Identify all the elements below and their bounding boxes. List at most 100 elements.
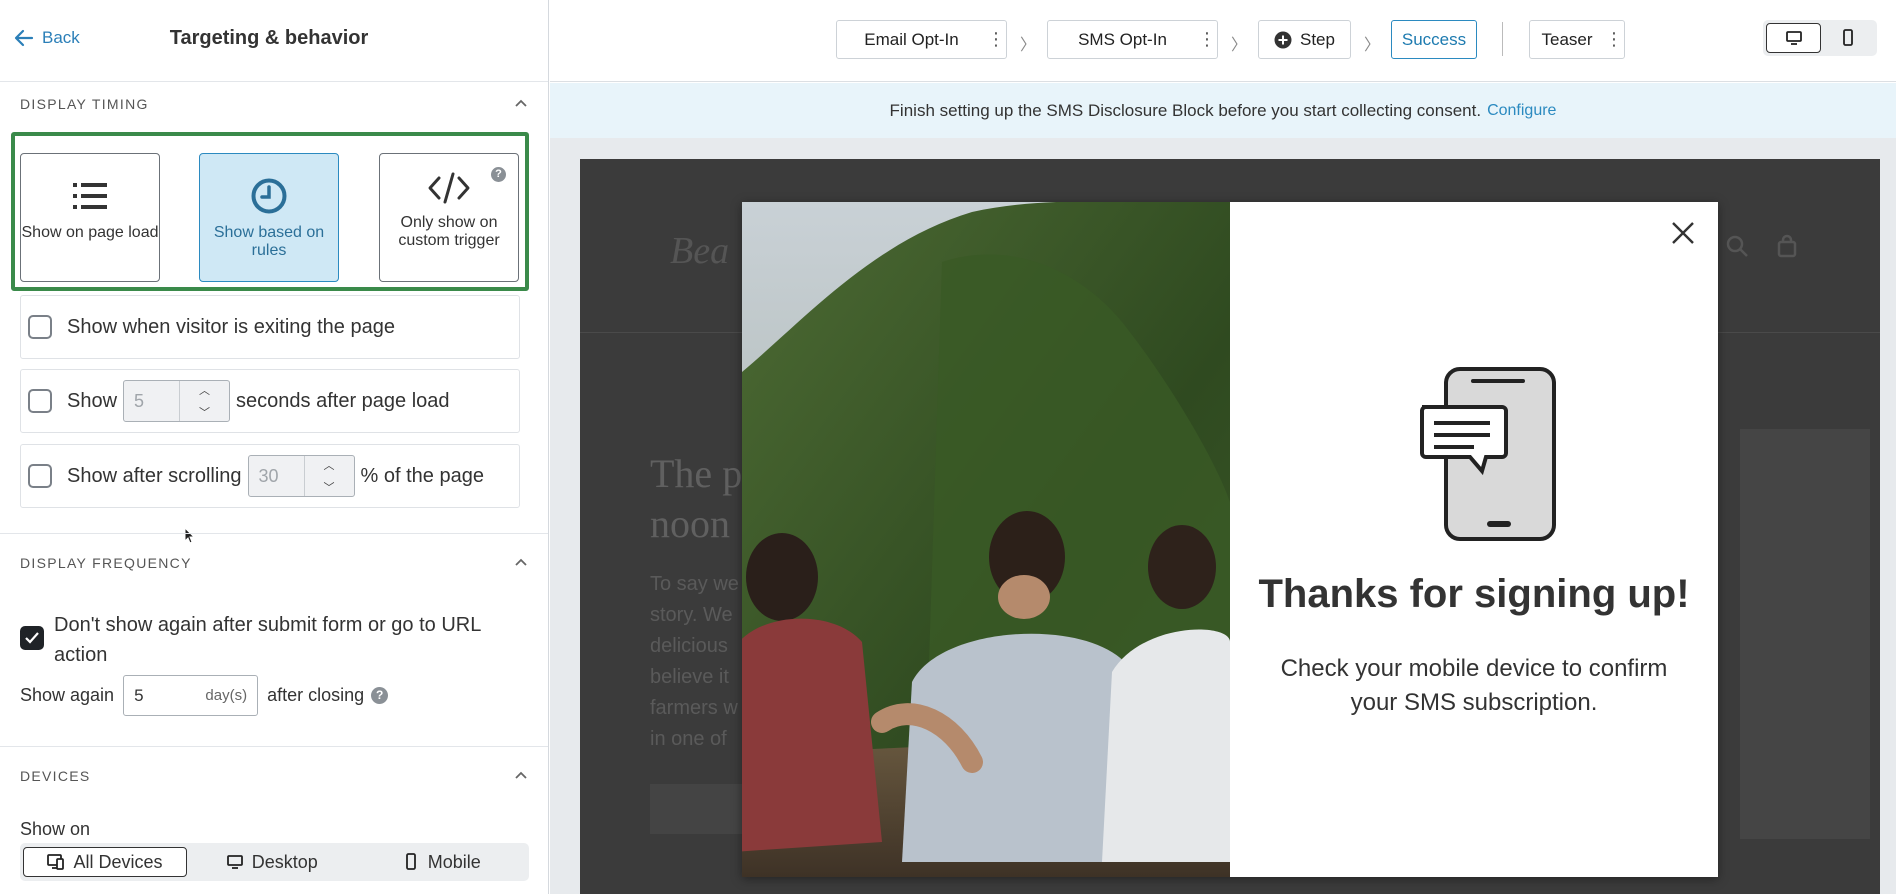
more-options-icon[interactable]: ⋮ (1197, 29, 1217, 50)
step-tab-success[interactable]: Success (1391, 20, 1477, 59)
add-step-button[interactable]: Step (1258, 20, 1351, 59)
days-unit: day(s) (205, 687, 248, 704)
dont-show-again-checkbox[interactable] (20, 626, 44, 650)
device-option-desktop[interactable]: Desktop (187, 847, 357, 877)
site-text-line: To say we (650, 573, 739, 595)
scroll-depth-suffix: % of the page (360, 464, 484, 487)
mobile-icon (1842, 29, 1853, 46)
device-selector: All Devices Desktop Mobile (20, 843, 529, 881)
help-icon[interactable]: ? (491, 167, 506, 182)
site-logo: Bea (670, 230, 730, 272)
mobile-icon (405, 853, 416, 870)
site-hero-title-line: noon (650, 501, 730, 546)
show-again-suffix: after closing (267, 685, 365, 705)
friends-on-hillside-photo (742, 202, 1230, 877)
seconds-stepper: ︿ ﹀ (123, 380, 231, 422)
success-heading: Thanks for signing up! (1258, 572, 1690, 616)
show-again-row: Show again 5 day(s) after closing ? (20, 675, 389, 716)
device-option-label: All Devices (73, 851, 163, 872)
option-label: Show on page load (21, 224, 159, 241)
device-option-label: Desktop (251, 851, 318, 872)
option-custom-trigger[interactable]: ? Only show on custom trigger (379, 153, 519, 282)
step-tab-teaser[interactable]: Teaser ⋮ (1529, 20, 1625, 59)
step-name: Step (1300, 29, 1335, 49)
more-options-icon[interactable]: ⋮ (1604, 29, 1624, 50)
chevron-down-icon[interactable]: ﹀ (324, 479, 335, 495)
divider (0, 746, 548, 747)
display-frequency-header[interactable]: DISPLAY FREQUENCY (20, 555, 528, 571)
step-name: Teaser (1541, 29, 1593, 49)
time-delay-checkbox[interactable] (28, 389, 52, 413)
scroll-depth-prefix: Show after scrolling (67, 464, 242, 487)
exit-intent-checkbox[interactable] (28, 315, 52, 339)
success-popup: Thanks for signing up! Check your mobile… (742, 202, 1718, 877)
divider (1502, 22, 1503, 56)
banner-text: Finish setting up the SMS Disclosure Blo… (889, 100, 1482, 120)
site-text-line: farmers w (650, 697, 738, 719)
list-icon (73, 183, 107, 209)
desktop-icon (1785, 31, 1802, 45)
step-name: SMS Opt-In (1078, 29, 1167, 49)
option-show-based-on-rules[interactable]: Show based on rules (199, 153, 339, 282)
scroll-percent-input[interactable] (248, 456, 304, 496)
preview-device-toggle (1763, 20, 1877, 56)
panel-header: Back Targeting & behavior (0, 0, 548, 82)
chevron-right-icon: 〉 (1020, 37, 1037, 54)
plus-circle-icon (1274, 31, 1292, 48)
clock-icon (251, 178, 287, 214)
device-option-all[interactable]: All Devices (23, 847, 187, 877)
step-toolbar: Email Opt-In ⋮ 〉 SMS Opt-In ⋮ 〉 Step 〉 S… (550, 0, 1896, 82)
shopping-bag-icon (1777, 234, 1797, 258)
dont-show-again-label: Don't show again after submit form or go… (54, 614, 481, 666)
option-show-on-page-load[interactable]: Show on page load (20, 153, 160, 282)
days-value: 5 (134, 685, 144, 705)
seconds-stepper-arrows[interactable]: ︿ ﹀ (179, 381, 229, 421)
show-again-prefix: Show again (20, 685, 115, 705)
devices-heading: DEVICES (20, 768, 91, 784)
time-delay-prefix: Show (67, 389, 118, 412)
more-options-icon[interactable]: ⋮ (986, 29, 1006, 50)
site-text-line: in one of (650, 728, 727, 750)
all-devices-icon (47, 854, 65, 870)
display-timing-options: Show on page load Show based on rules ? … (11, 132, 529, 291)
configure-link[interactable]: Configure (1487, 102, 1556, 120)
display-frequency-heading: DISPLAY FREQUENCY (20, 555, 192, 571)
success-message: Check your mobile device to confirm your… (1280, 655, 1668, 716)
scroll-stepper-arrows[interactable]: ︿ ﹀ (303, 456, 354, 496)
time-delay-suffix: seconds after page load (236, 389, 450, 412)
option-label: Show based on rules (213, 224, 325, 259)
display-timing-header[interactable]: DISPLAY TIMING (20, 96, 528, 112)
mouse-cursor-icon (184, 527, 196, 544)
site-hero-title: The p noon (650, 449, 742, 549)
site-side-image (1740, 429, 1870, 839)
panel-title: Targeting & behavior (169, 27, 369, 49)
device-option-label: Mobile (427, 851, 481, 872)
sms-disclosure-banner: Finish setting up the SMS Disclosure Blo… (550, 83, 1896, 138)
mobile-view-button[interactable] (1821, 23, 1874, 53)
exit-intent-label: Show when visitor is exiting the page (67, 315, 395, 338)
option-label: Only show on custom trigger (398, 214, 500, 249)
desktop-view-button[interactable] (1766, 23, 1821, 53)
rule-exit-intent: Show when visitor is exiting the page (20, 295, 520, 359)
step-tab-sms-opt-in[interactable]: SMS Opt-In ⋮ (1047, 20, 1218, 59)
step-tab-email-opt-in[interactable]: Email Opt-In ⋮ (836, 20, 1007, 59)
chevron-up-icon (515, 771, 527, 779)
chevron-down-icon[interactable]: ﹀ (199, 404, 210, 420)
seconds-input[interactable] (124, 381, 180, 421)
site-hero-text: To say we story. We delicious believe it… (650, 569, 739, 755)
desktop-icon (226, 855, 243, 869)
show-again-days-input[interactable]: 5 day(s) (123, 675, 259, 716)
close-icon[interactable] (1668, 218, 1698, 248)
dont-show-again-row: Don't show again after submit form or go… (20, 610, 510, 670)
chevron-up-icon[interactable]: ︿ (199, 382, 210, 398)
show-on-label: Show on (20, 819, 91, 839)
devices-header[interactable]: DEVICES (20, 768, 528, 784)
chevron-up-icon[interactable]: ︿ (324, 457, 335, 473)
site-text-line: delicious (650, 635, 728, 657)
help-icon[interactable]: ? (371, 687, 389, 704)
site-text-line: believe it (650, 666, 729, 688)
site-hero-title-line: The p (650, 451, 743, 496)
scroll-depth-checkbox[interactable] (28, 464, 52, 488)
device-option-mobile[interactable]: Mobile (357, 847, 527, 877)
mobile-message-icon (1420, 367, 1556, 541)
